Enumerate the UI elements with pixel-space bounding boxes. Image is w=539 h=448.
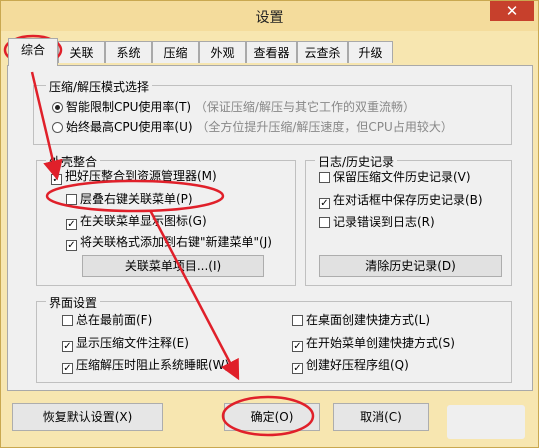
context-menu-items-button[interactable]: 关联菜单项目...(I) bbox=[82, 255, 264, 277]
checkbox-menu-icons[interactable]: ✓ 在关联菜单显示图标(G) bbox=[66, 212, 207, 230]
checkbox-unchecked-icon bbox=[62, 315, 73, 326]
radio-hint: （保证压缩/解压与其它工作的双重流畅） bbox=[194, 100, 415, 114]
checkbox-label: 在开始菜单创建快捷方式(S) bbox=[306, 336, 455, 350]
checkbox-label: 保留压缩文件历史记录(V) bbox=[333, 170, 471, 184]
tab-label: 查看器 bbox=[253, 46, 290, 60]
checkbox-unchecked-icon bbox=[66, 194, 77, 205]
checkbox-label: 在桌面创建快捷方式(L) bbox=[306, 313, 431, 327]
checkbox-label: 把好压整合到资源管理器(M) bbox=[65, 169, 217, 183]
radio-hint: （全方位提升压缩/解压速度，但CPU占用较大） bbox=[196, 120, 453, 134]
checkbox-label: 记录错误到日志(R) bbox=[333, 215, 435, 229]
tab-appearance[interactable]: 外观 bbox=[199, 41, 246, 63]
checkbox-checked-icon: ✓ bbox=[66, 219, 77, 230]
clear-history-button[interactable]: 清除历史记录(D) bbox=[319, 255, 502, 277]
checkbox-archive-history[interactable]: 保留压缩文件历史记录(V) bbox=[319, 168, 471, 185]
close-icon: ✕ bbox=[505, 2, 519, 20]
ui-settings-group-title: 界面设置 bbox=[46, 294, 101, 311]
checkbox-label: 显示压缩文件注释(E) bbox=[76, 336, 189, 350]
checkbox-cascade-menu[interactable]: 层叠右键关联菜单(P) bbox=[66, 190, 193, 207]
radio-label: 始终最高CPU使用率(U) bbox=[66, 120, 193, 134]
ok-button[interactable]: 确定(O) bbox=[224, 403, 320, 431]
tab-panel: 压缩/解压模式选择 智能限制CPU使用率(T) （保证压缩/解压与其它工作的双重… bbox=[7, 65, 533, 391]
checkbox-new-menu[interactable]: ✓ 将关联格式添加到右键"新建菜单"(J) bbox=[66, 233, 272, 251]
tab-system[interactable]: 系统 bbox=[105, 41, 152, 63]
checkbox-label: 总在最前面(F) bbox=[76, 313, 153, 327]
title-bar: 设置 ✕ bbox=[1, 1, 538, 31]
restore-defaults-button[interactable]: 恢复默认设置(X) bbox=[12, 403, 163, 431]
checkbox-always-on-top[interactable]: 总在最前面(F) bbox=[62, 311, 152, 328]
radio-smart-cpu[interactable]: 智能限制CPU使用率(T) （保证压缩/解压与其它工作的双重流畅） bbox=[52, 98, 415, 115]
radio-selected-icon bbox=[52, 102, 63, 113]
checkbox-unchecked-icon bbox=[319, 172, 330, 183]
tab-label: 系统 bbox=[116, 46, 141, 60]
checkbox-checked-icon: ✓ bbox=[51, 174, 62, 185]
tab-general[interactable]: 综合 bbox=[8, 38, 58, 66]
tab-label: 综合 bbox=[20, 43, 45, 57]
checkbox-label: 在对话框中保存历史记录(B) bbox=[333, 193, 483, 207]
tab-association[interactable]: 关联 bbox=[58, 41, 105, 63]
tab-viewer[interactable]: 查看器 bbox=[246, 41, 297, 63]
checkbox-checked-icon: ✓ bbox=[62, 363, 73, 374]
settings-dialog: 设置 ✕ 综合 关联 系统 压缩 外观 查看器 云查杀 升级 压缩/解压模式选择… bbox=[0, 0, 539, 448]
checkbox-program-group[interactable]: ✓ 创建好压程序组(Q) bbox=[292, 356, 409, 374]
radio-max-cpu[interactable]: 始终最高CPU使用率(U) （全方位提升压缩/解压速度，但CPU占用较大） bbox=[52, 118, 453, 135]
radio-label: 智能限制CPU使用率(T) bbox=[66, 100, 192, 114]
checkbox-checked-icon: ✓ bbox=[319, 198, 330, 209]
cancel-button[interactable]: 取消(C) bbox=[333, 403, 429, 431]
checkbox-integrate-explorer[interactable]: ✓ 把好压整合到资源管理器(M) bbox=[51, 167, 217, 185]
tab-cloud-scan[interactable]: 云查杀 bbox=[297, 41, 348, 63]
mode-group-title: 压缩/解压模式选择 bbox=[46, 78, 153, 95]
close-button[interactable]: ✕ bbox=[490, 1, 534, 21]
tab-compression[interactable]: 压缩 bbox=[152, 41, 199, 63]
checkbox-dialog-history[interactable]: ✓ 在对话框中保存历史记录(B) bbox=[319, 191, 483, 209]
checkbox-checked-icon: ✓ bbox=[66, 240, 77, 251]
radio-unselected-icon bbox=[52, 122, 63, 133]
checkbox-label: 在关联菜单显示图标(G) bbox=[80, 214, 207, 228]
checkbox-checked-icon: ✓ bbox=[292, 341, 303, 352]
checkbox-unchecked-icon bbox=[319, 217, 330, 228]
checkbox-label: 压缩解压时阻止系统睡眠(W) bbox=[76, 358, 230, 372]
checkbox-show-comments[interactable]: ✓ 显示压缩文件注释(E) bbox=[62, 334, 189, 352]
checkbox-error-log[interactable]: 记录错误到日志(R) bbox=[319, 213, 435, 230]
checkbox-desktop-shortcut[interactable]: 在桌面创建快捷方式(L) bbox=[292, 311, 430, 328]
checkbox-checked-icon: ✓ bbox=[62, 341, 73, 352]
tab-label: 压缩 bbox=[163, 46, 188, 60]
window-title: 设置 bbox=[255, 10, 284, 26]
checkbox-checked-icon: ✓ bbox=[292, 363, 303, 374]
tab-label: 外观 bbox=[210, 46, 235, 60]
tab-upgrade[interactable]: 升级 bbox=[348, 41, 393, 63]
tab-label: 升级 bbox=[358, 46, 383, 60]
blurred-button-area bbox=[447, 405, 525, 439]
checkbox-prevent-sleep[interactable]: ✓ 压缩解压时阻止系统睡眠(W) bbox=[62, 356, 229, 374]
checkbox-label: 创建好压程序组(Q) bbox=[306, 358, 409, 372]
checkbox-label: 将关联格式添加到右键"新建菜单"(J) bbox=[80, 235, 272, 249]
tab-label: 云查杀 bbox=[304, 46, 341, 60]
checkbox-unchecked-icon bbox=[292, 315, 303, 326]
checkbox-start-menu-shortcut[interactable]: ✓ 在开始菜单创建快捷方式(S) bbox=[292, 334, 455, 352]
checkbox-label: 层叠右键关联菜单(P) bbox=[80, 192, 193, 206]
tab-label: 关联 bbox=[69, 46, 94, 60]
